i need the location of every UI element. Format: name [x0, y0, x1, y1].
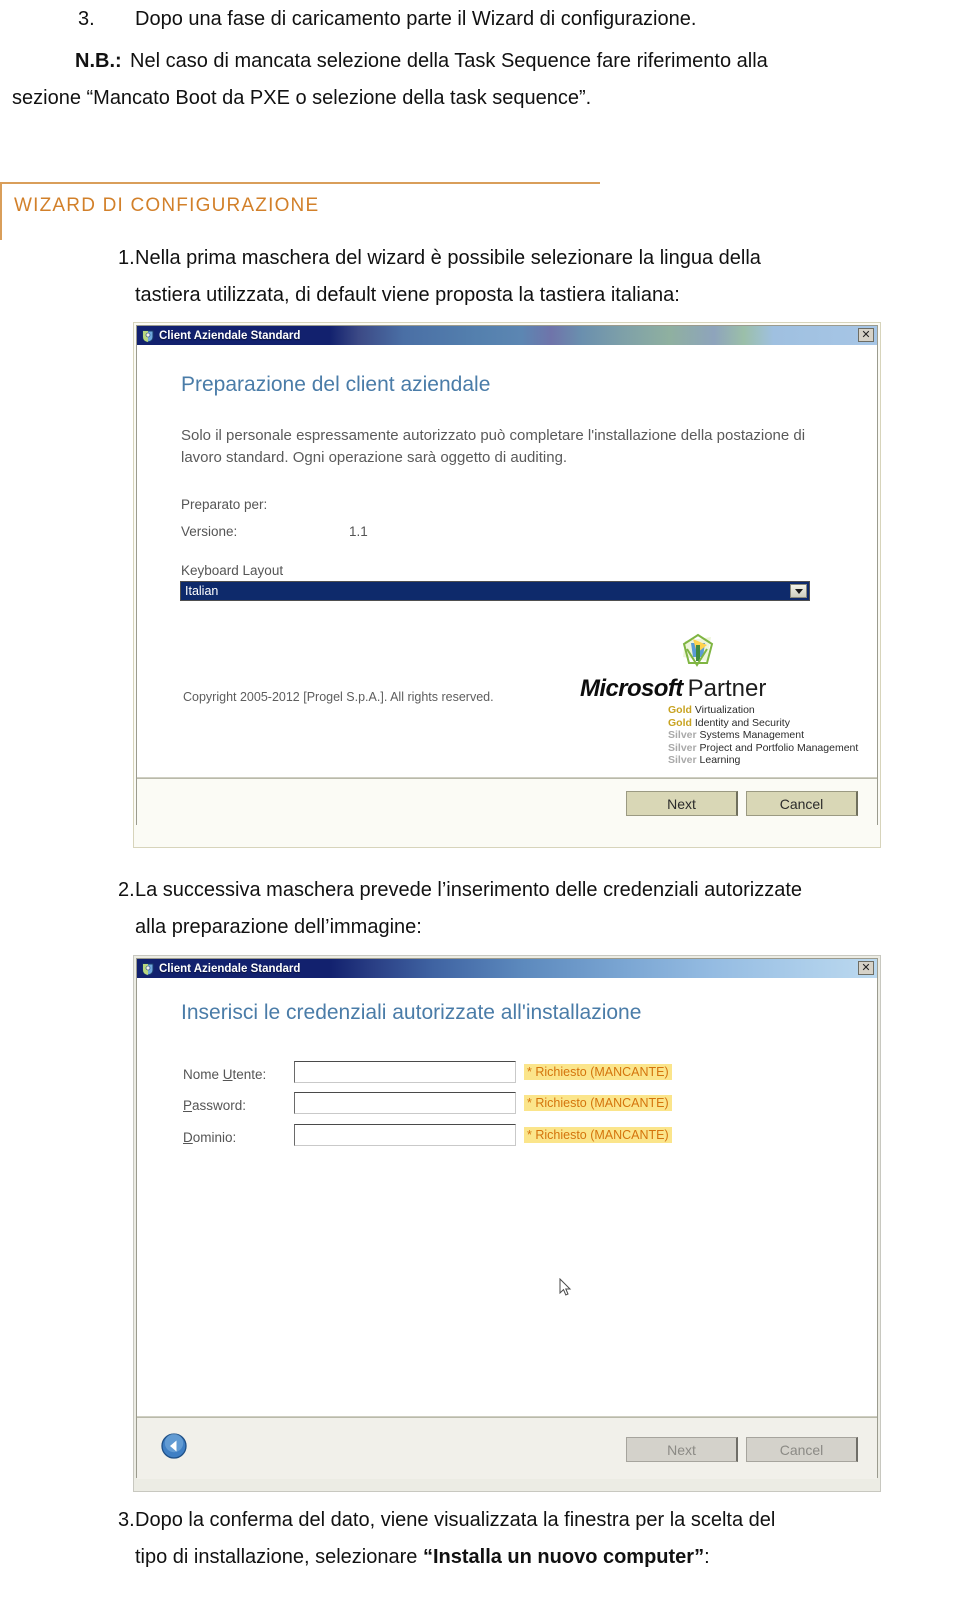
competency-name: Systems Management: [699, 729, 804, 742]
next-button[interactable]: Next: [626, 791, 738, 816]
dialog-2-body: Inserisci le credenziali autorizzate all…: [137, 978, 877, 1417]
dominio-input[interactable]: [294, 1124, 516, 1146]
competency-name: Virtualization: [694, 704, 755, 716]
paragraph-item-3-bottom-line-2: tipo di installazione, selezionare “Inst…: [135, 1542, 920, 1573]
copyright-text: Copyright 2005-2012 [Progel S.p.A.]. All…: [183, 690, 494, 704]
list-number-2: 2.: [118, 879, 135, 901]
microsoft-partner-block: Microsoft Partner Gold Virtualization Go…: [580, 675, 858, 767]
dialog-1-body-line-2: lavoro standard. Ogni operazione sarà og…: [181, 449, 568, 466]
note-label: N.B.:: [75, 50, 122, 72]
dialog-2-heading: Inserisci le credenziali autorizzate all…: [181, 1001, 642, 1024]
competency-row: Gold Virtualization: [668, 704, 858, 717]
paragraph-item-2-line-2: alla preparazione dell’immagine:: [135, 916, 422, 938]
dialog-1-body-line-1: Solo il personale espressamente autorizz…: [181, 427, 806, 444]
dominio-required-badge: * Richiesto (MANCANTE): [524, 1127, 672, 1143]
nome-utente-required-badge: * Richiesto (MANCANTE): [524, 1064, 672, 1080]
competency-name: Identity and Security: [694, 716, 790, 729]
competency-name: Learning: [699, 754, 741, 767]
competency-row: Silver Project and Portfolio Management: [668, 742, 858, 755]
partner-wordmark: Partner: [687, 675, 767, 702]
dialog-1-footer: Next Cancel: [137, 778, 877, 826]
competency-row: Silver Learning: [668, 754, 858, 767]
password-label: Password:: [183, 1098, 246, 1113]
note-line-1: Nel caso di mancata selezione della Task…: [130, 50, 768, 72]
paragraph-item-3-top: Dopo una fase di caricamento parte il Wi…: [135, 8, 697, 30]
competency-row: Gold Identity and Security: [668, 717, 858, 730]
version-label: Versione:: [181, 524, 238, 539]
prepared-for-label: Preparato per:: [181, 497, 268, 512]
list-number-1: 1.: [118, 247, 135, 269]
paragraph-item-1-line-1: Nella prima maschera del wizard è possib…: [135, 247, 761, 269]
dialog-1-heading: Preparazione del client aziendale: [181, 373, 491, 396]
mouse-cursor-icon: [559, 1277, 573, 1298]
competency-tier: Silver: [668, 729, 697, 742]
bottom-line-2-emphasis: “Installa un nuovo computer”: [422, 1546, 705, 1568]
label-accesskey: D: [183, 1130, 193, 1145]
paragraph-item-2-line-1: La successiva maschera prevede l’inserim…: [135, 879, 803, 901]
note-line-2: sezione “Mancato Boot da PXE o selezione…: [12, 87, 592, 109]
back-arrow-icon[interactable]: [161, 1433, 187, 1459]
competency-name: Project and Portfolio Management: [699, 741, 859, 754]
dialog-1-title: Client Aziendale Standard: [159, 329, 301, 342]
microsoft-partner-badge-icon: [677, 631, 719, 673]
dominio-label: Dominio:: [183, 1130, 236, 1145]
nome-utente-label: Nome Utente:: [183, 1067, 266, 1082]
version-value: 1.1: [349, 524, 368, 539]
dialog-1-body: Preparazione del client aziendale Solo i…: [137, 345, 877, 778]
competency-list: Gold Virtualization Gold Identity and Se…: [668, 704, 858, 767]
dialog-1-titlebar[interactable]: Client Aziendale Standard ✕: [137, 326, 877, 345]
label-accesskey: P: [183, 1098, 193, 1113]
dialog-2-footer: Next Cancel: [137, 1417, 877, 1479]
dialog-2-title: Client Aziendale Standard: [159, 962, 301, 975]
competency-tier: Silver: [668, 754, 697, 767]
keyboard-layout-value: Italian: [185, 584, 219, 598]
label-post: tente:: [232, 1067, 267, 1082]
paragraph-item-3-bottom-line-1: Dopo la conferma del dato, viene visuali…: [135, 1509, 776, 1531]
competency-tier: Gold: [668, 716, 692, 729]
competency-tier: Silver: [668, 741, 697, 754]
bottom-line-2-pre: tipo di installazione, selezionare: [135, 1546, 423, 1568]
dialog-2: Client Aziendale Standard ✕ Inserisci le…: [136, 958, 878, 1479]
dialog-2-titlebar[interactable]: Client Aziendale Standard ✕: [137, 959, 877, 978]
keyboard-layout-select[interactable]: Italian: [180, 581, 810, 601]
paragraph-item-1-line-2: tastiera utilizzata, di default viene pr…: [135, 284, 680, 306]
dialog-1: Client Aziendale Standard ✕ Preparazione…: [136, 325, 878, 826]
section-heading: WIZARD DI CONFIGURAZIONE: [14, 195, 320, 216]
label-accesskey: U: [222, 1067, 233, 1082]
label-post: ominio:: [192, 1130, 237, 1145]
competency-tier: Gold: [668, 704, 692, 716]
close-icon[interactable]: ✕: [858, 961, 874, 975]
keyboard-layout-label: Keyboard Layout: [181, 563, 284, 578]
app-shield-icon: [141, 962, 155, 976]
bottom-line-2-post: :: [704, 1546, 710, 1568]
password-input[interactable]: [294, 1092, 516, 1114]
list-number-3-bottom: 3.: [118, 1509, 135, 1531]
chevron-down-icon[interactable]: [790, 584, 807, 598]
cancel-button[interactable]: Cancel: [746, 1437, 858, 1462]
list-number-3-top: 3.: [78, 8, 95, 30]
label-pre: Nome: [183, 1067, 223, 1082]
next-button[interactable]: Next: [626, 1437, 738, 1462]
competency-row: Silver Systems Management: [668, 729, 858, 742]
app-shield-icon: [141, 329, 155, 343]
label-post: assword:: [192, 1098, 247, 1113]
microsoft-wordmark: Microsoft: [580, 675, 683, 702]
nome-utente-input[interactable]: [294, 1061, 516, 1083]
password-required-badge: * Richiesto (MANCANTE): [524, 1095, 672, 1111]
cancel-button[interactable]: Cancel: [746, 791, 858, 816]
close-icon[interactable]: ✕: [858, 328, 874, 342]
